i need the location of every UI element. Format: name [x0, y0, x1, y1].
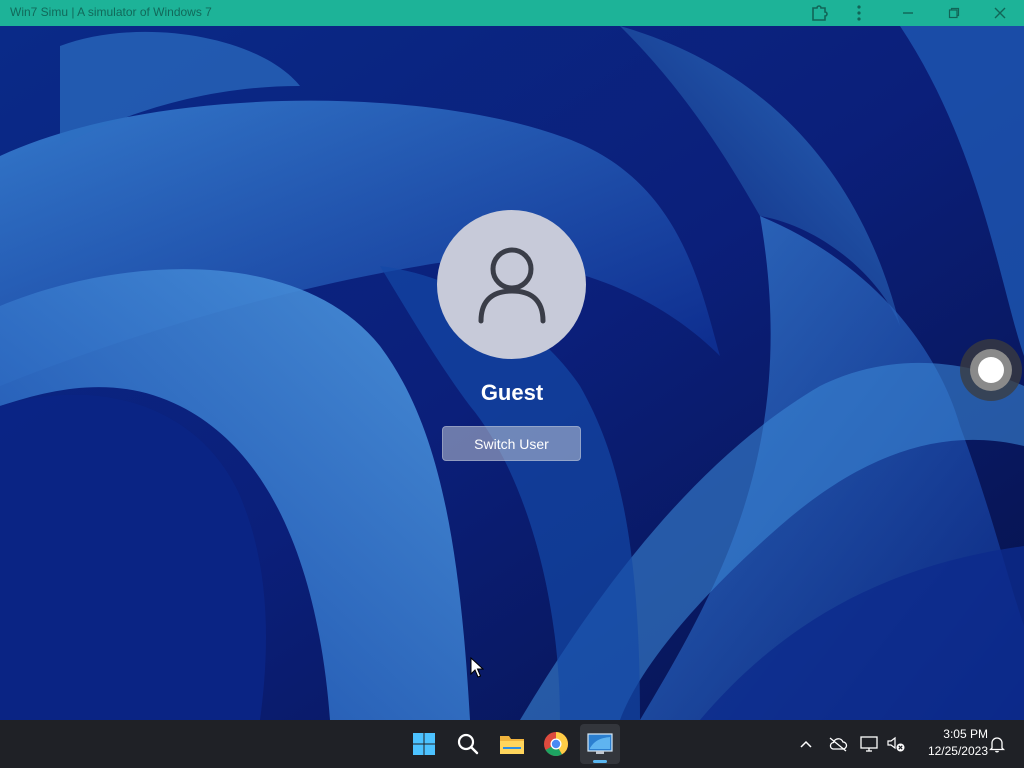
- window-title: Win7 Simu | A simulator of Windows 7: [10, 5, 212, 19]
- taskbar-clock[interactable]: 3:05 PM 12/25/2023: [912, 726, 988, 760]
- desktop-wallpaper: [0, 26, 1024, 720]
- bell-icon[interactable]: [985, 732, 1009, 756]
- extension-icon[interactable]: [809, 3, 829, 23]
- assistive-touch-button[interactable]: [960, 339, 1022, 401]
- win7simu-app-icon[interactable]: [580, 724, 620, 764]
- window-titlebar: Win7 Simu | A simulator of Windows 7: [0, 0, 1024, 26]
- taskbar: 3:05 PM 12/25/2023: [0, 720, 1024, 768]
- restore-icon[interactable]: [944, 3, 964, 23]
- mouse-cursor-icon: [470, 656, 485, 683]
- user-avatar[interactable]: [437, 210, 586, 359]
- switch-user-button[interactable]: Switch User: [442, 426, 581, 461]
- chevron-up-icon[interactable]: [794, 732, 818, 756]
- more-icon[interactable]: [849, 3, 869, 23]
- assistive-ring-icon: [970, 349, 1012, 391]
- user-icon: [478, 247, 545, 323]
- cloud-off-icon[interactable]: [826, 732, 850, 756]
- file-explorer-icon[interactable]: [492, 724, 532, 764]
- search-icon[interactable]: [448, 724, 488, 764]
- clock-date: 12/25/2023: [927, 744, 988, 758]
- windows-start-icon[interactable]: [404, 724, 444, 764]
- volume-muted-icon[interactable]: [884, 732, 908, 756]
- chrome-icon[interactable]: [536, 724, 576, 764]
- close-icon[interactable]: [990, 3, 1010, 23]
- username-label: Guest: [480, 380, 544, 405]
- minimize-icon[interactable]: [898, 3, 918, 23]
- display-icon[interactable]: [858, 732, 882, 756]
- clock-time: 3:05 PM: [943, 727, 988, 741]
